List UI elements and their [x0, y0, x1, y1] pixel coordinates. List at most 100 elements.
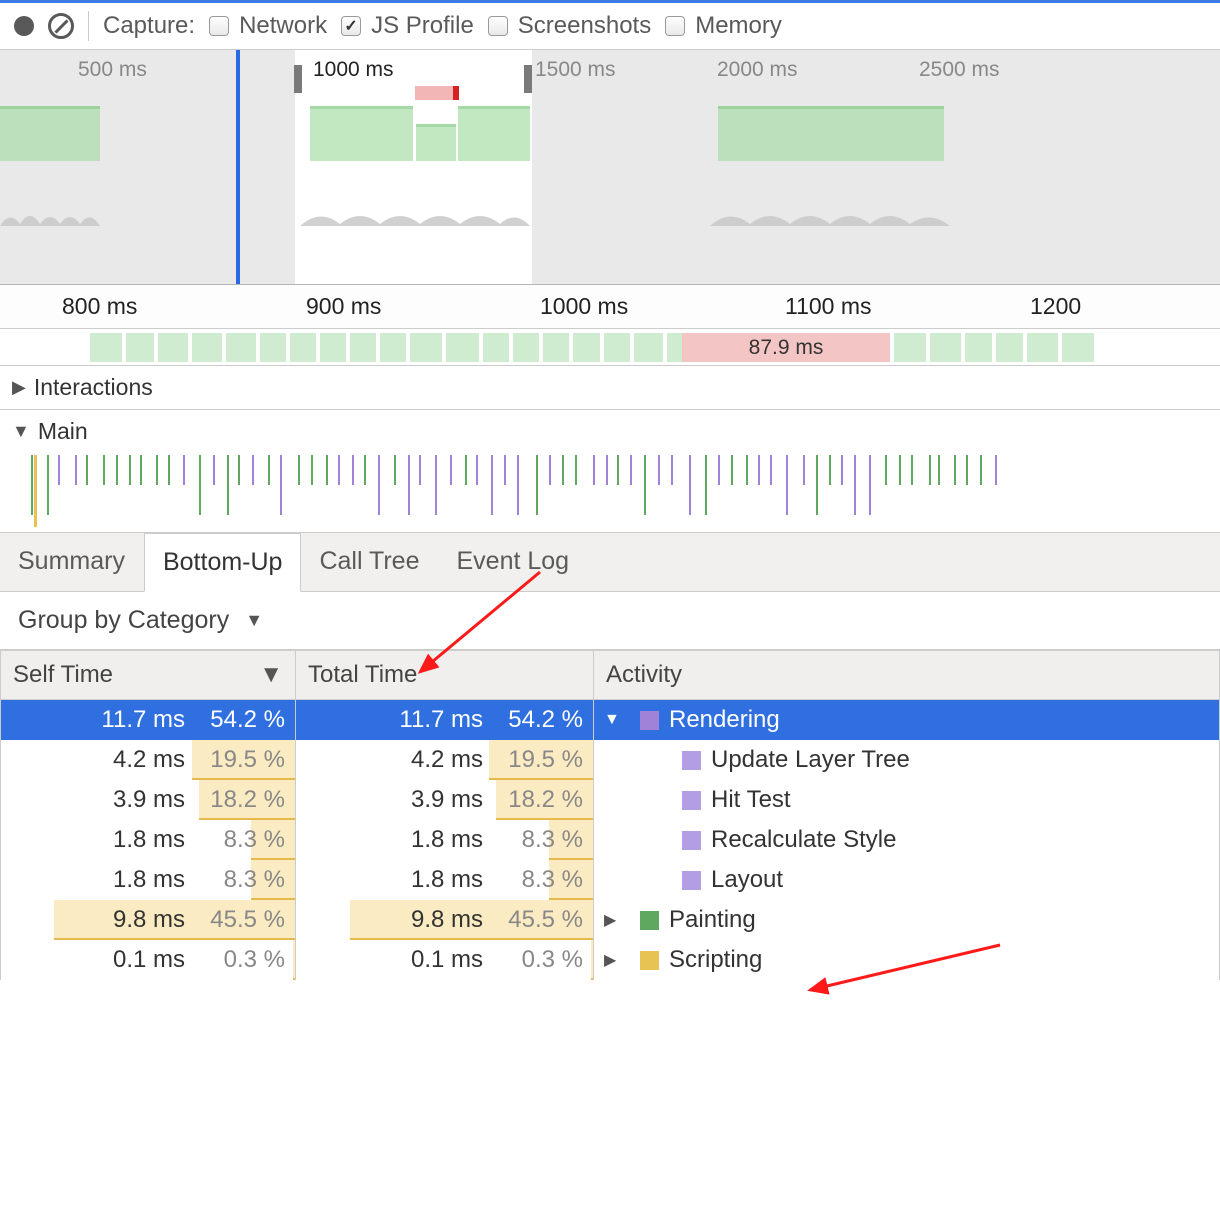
tab-bottom-up[interactable]: Bottom-Up [144, 533, 301, 592]
frame-segment[interactable] [996, 333, 1023, 362]
frame-segment[interactable] [894, 333, 926, 362]
table-row[interactable]: 0.1 ms0.3 %0.1 ms0.3 %▶Scripting [1, 940, 1220, 980]
flame-sliver[interactable] [58, 455, 60, 485]
flame-sliver[interactable] [116, 455, 118, 485]
flame-sliver[interactable] [980, 455, 982, 485]
timeline-overview[interactable]: 500 ms 1000 ms 1500 ms 2000 ms 2500 ms [0, 50, 1220, 285]
frame-segment[interactable] [513, 333, 539, 362]
main-flamechart[interactable] [0, 453, 1220, 533]
flame-sliver[interactable] [854, 455, 856, 515]
flame-sliver[interactable] [140, 455, 142, 485]
flame-sliver[interactable] [575, 455, 577, 485]
capture-option-memory[interactable]: Memory [665, 12, 782, 40]
capture-option-screenshots[interactable]: Screenshots [488, 12, 651, 40]
capture-option-network[interactable]: Network [209, 12, 327, 40]
flame-sliver[interactable] [885, 455, 887, 485]
detail-ruler[interactable]: 800 ms 900 ms 1000 ms 1100 ms 1200 [0, 285, 1220, 329]
clear-icon[interactable] [48, 13, 74, 39]
frame-segment[interactable] [158, 333, 188, 362]
frame-segment[interactable] [290, 333, 316, 362]
flame-sliver[interactable] [689, 455, 691, 515]
flame-sliver[interactable] [829, 455, 831, 485]
frame-segment[interactable] [634, 333, 663, 362]
tab-event-log[interactable]: Event Log [439, 533, 589, 591]
flame-sliver[interactable] [606, 455, 608, 485]
flame-sliver[interactable] [938, 455, 940, 485]
table-row[interactable]: 9.8 ms45.5 %9.8 ms45.5 %▶Painting [1, 900, 1220, 940]
flame-sliver[interactable] [841, 455, 843, 485]
flame-sliver[interactable] [238, 455, 240, 485]
flame-sliver[interactable] [199, 455, 201, 515]
interactions-section[interactable]: ▶ Interactions [0, 366, 1220, 410]
flame-sliver[interactable] [352, 455, 354, 485]
overview-selection[interactable] [295, 50, 532, 284]
frame-segment[interactable] [543, 333, 569, 362]
flame-sliver[interactable] [929, 455, 931, 485]
flame-sliver[interactable] [746, 455, 748, 485]
main-section[interactable]: ▼ Main [0, 410, 1220, 453]
flame-sliver[interactable] [731, 455, 733, 485]
flame-sliver[interactable] [899, 455, 901, 485]
expand-right-icon[interactable]: ▶ [604, 910, 620, 930]
frame-segment[interactable] [350, 333, 376, 362]
flame-sliver[interactable] [47, 455, 49, 515]
frame-segment[interactable] [380, 333, 406, 362]
flame-sliver[interactable] [630, 455, 632, 485]
flame-sliver[interactable] [435, 455, 437, 515]
selection-handle-right[interactable] [524, 65, 532, 93]
flame-sliver[interactable] [75, 455, 77, 485]
flame-sliver[interactable] [34, 455, 37, 527]
flame-sliver[interactable] [658, 455, 660, 485]
frame-long[interactable]: 87.9 ms [682, 333, 890, 362]
flame-sliver[interactable] [156, 455, 158, 485]
flame-sliver[interactable] [966, 455, 968, 485]
table-row[interactable]: 4.2 ms19.5 %4.2 ms19.5 %Update Layer Tre… [1, 740, 1220, 780]
flame-sliver[interactable] [816, 455, 818, 515]
flame-sliver[interactable] [786, 455, 788, 515]
col-activity[interactable]: Activity [594, 651, 1220, 700]
flame-sliver[interactable] [227, 455, 229, 515]
flame-sliver[interactable] [213, 455, 215, 485]
flame-sliver[interactable] [491, 455, 493, 515]
flame-sliver[interactable] [129, 455, 131, 485]
frame-segment[interactable] [226, 333, 256, 362]
flame-sliver[interactable] [86, 455, 88, 485]
flame-sliver[interactable] [644, 455, 646, 515]
frame-segment[interactable] [126, 333, 154, 362]
tab-summary[interactable]: Summary [0, 533, 144, 591]
table-row[interactable]: 1.8 ms8.3 %1.8 ms8.3 %Layout [1, 860, 1220, 900]
flame-sliver[interactable] [705, 455, 707, 515]
overview-playhead[interactable] [236, 50, 240, 284]
flame-sliver[interactable] [476, 455, 478, 485]
flame-sliver[interactable] [394, 455, 396, 485]
flame-sliver[interactable] [268, 455, 270, 485]
flame-sliver[interactable] [758, 455, 760, 485]
flame-sliver[interactable] [911, 455, 913, 485]
frame-segment[interactable] [320, 333, 346, 362]
expand-right-icon[interactable]: ▶ [604, 950, 620, 970]
frame-segment[interactable] [483, 333, 509, 362]
flame-sliver[interactable] [183, 455, 185, 485]
flame-sliver[interactable] [517, 455, 519, 515]
frame-segment[interactable] [410, 333, 442, 362]
flame-sliver[interactable] [954, 455, 956, 485]
frame-segment[interactable] [1062, 333, 1094, 362]
frame-segment[interactable] [573, 333, 600, 362]
flame-sliver[interactable] [378, 455, 380, 515]
tab-call-tree[interactable]: Call Tree [301, 533, 438, 591]
flame-sliver[interactable] [311, 455, 313, 485]
flame-sliver[interactable] [103, 455, 105, 485]
flame-sliver[interactable] [562, 455, 564, 485]
col-self-time[interactable]: Self Time ▼ [1, 651, 296, 700]
flame-sliver[interactable] [338, 455, 340, 485]
frame-segment[interactable] [192, 333, 222, 362]
flame-sliver[interactable] [617, 455, 619, 485]
flame-sliver[interactable] [364, 455, 366, 485]
grouping-selector[interactable]: Group by Category ▼ [0, 592, 1220, 650]
flame-sliver[interactable] [549, 455, 551, 485]
flame-sliver[interactable] [450, 455, 452, 485]
table-row[interactable]: 11.7 ms54.2 %11.7 ms54.2 %▼Rendering [1, 700, 1220, 741]
flame-sliver[interactable] [326, 455, 328, 485]
flame-sliver[interactable] [803, 455, 805, 485]
frame-segment[interactable] [930, 333, 961, 362]
